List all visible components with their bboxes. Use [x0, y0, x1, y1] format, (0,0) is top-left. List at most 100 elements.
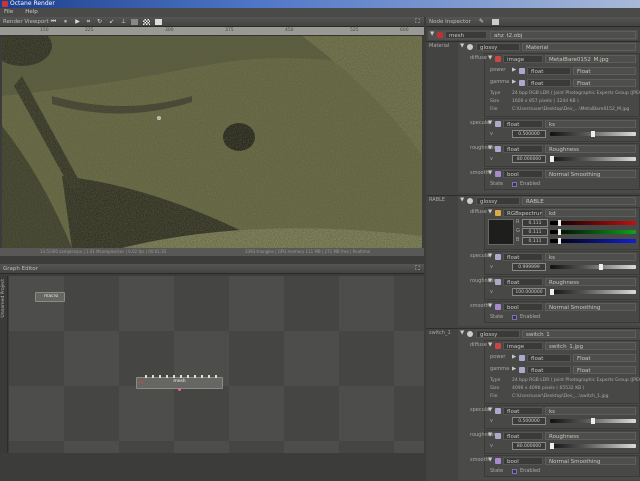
value-field[interactable]: 0.999999 [512, 263, 546, 271]
value-slider[interactable] [550, 264, 636, 270]
param-name-field[interactable]: Normal Smoothing [545, 303, 636, 311]
collapse-icon[interactable]: ▼ [488, 144, 492, 153]
collapse-icon[interactable]: ▼ [460, 196, 464, 205]
slider-handle[interactable] [591, 418, 595, 424]
pick-focus-icon[interactable]: ↙ [108, 19, 115, 25]
root-name-field[interactable]: ahz_t2.obj [490, 31, 636, 39]
channel-slider[interactable] [550, 229, 636, 235]
value-slider[interactable] [550, 418, 636, 424]
param-type-dropdown[interactable]: image [503, 342, 543, 350]
channel-slider[interactable] [550, 238, 636, 244]
reset-icon[interactable]: ⏮ [50, 19, 57, 25]
channel-value[interactable]: 0.111 [522, 219, 548, 227]
node-mesh[interactable]: fx mesh [136, 375, 223, 391]
collapse-icon[interactable]: ▼ [488, 456, 492, 465]
slider-handle[interactable] [599, 264, 604, 270]
slider-handle[interactable] [550, 443, 554, 449]
node-icon[interactable] [492, 19, 499, 25]
param-type-dropdown[interactable]: float [503, 432, 543, 440]
value-slider[interactable] [550, 156, 636, 162]
param-name-field[interactable]: MetalBare0152_M.jpg [545, 55, 636, 63]
param-name-field[interactable]: switch_1.jpg [545, 342, 636, 350]
maximize-icon[interactable]: ⛶ [414, 266, 421, 272]
param-name-field[interactable]: ks [545, 253, 636, 261]
sub-name-field[interactable]: Float [573, 79, 636, 87]
pin-icon[interactable]: ✎ [478, 19, 485, 25]
material-type-dropdown[interactable]: glossy [476, 330, 520, 338]
save-image-icon[interactable] [155, 19, 162, 25]
value-field[interactable]: 80.000000 [512, 155, 546, 163]
expand-icon[interactable]: ▶ [512, 353, 516, 362]
param-name-field[interactable]: Normal Smoothing [545, 457, 636, 465]
slider-handle[interactable] [558, 229, 561, 235]
project-side-tab[interactable]: Unnamed Project [0, 276, 8, 453]
material-name-field[interactable]: Material [522, 43, 636, 51]
expand-icon[interactable]: ▶ [512, 66, 516, 75]
channel-slider[interactable] [550, 220, 636, 226]
value-slider[interactable] [550, 289, 636, 295]
play-icon[interactable]: ▶ [74, 19, 81, 25]
refresh-icon[interactable]: ↻ [96, 19, 103, 25]
render-viewport[interactable] [2, 36, 422, 248]
slider-handle[interactable] [550, 156, 554, 162]
sub-name-field[interactable]: Float [573, 67, 636, 75]
collapse-icon[interactable]: ▼ [488, 119, 492, 128]
value-field[interactable]: 80.000000 [512, 442, 546, 450]
node-macro[interactable]: macro [35, 292, 65, 302]
value-field[interactable]: 0.500000 [512, 417, 546, 425]
value-slider[interactable] [550, 443, 636, 449]
lock-icon[interactable]: ⌗ [85, 19, 92, 25]
material-name-field[interactable]: RABLE [522, 197, 636, 205]
slider-handle[interactable] [550, 289, 554, 295]
collapse-icon[interactable]: ▼ [488, 54, 492, 63]
param-type-dropdown[interactable]: image [503, 55, 543, 63]
collapse-icon[interactable]: ▼ [488, 277, 492, 286]
param-type-dropdown[interactable]: bool [503, 170, 543, 178]
menu-file[interactable]: File [4, 9, 13, 15]
param-type-dropdown[interactable]: bool [503, 303, 543, 311]
collapse-icon[interactable]: ▼ [488, 169, 492, 178]
collapse-icon[interactable]: ▼ [488, 302, 492, 311]
expand-icon[interactable]: ▶ [512, 78, 516, 87]
menu-help[interactable]: Help [25, 9, 38, 15]
maximize-icon[interactable]: ⛶ [414, 19, 421, 25]
material-name-field[interactable]: switch_1 [522, 330, 636, 338]
collapse-icon[interactable]: ▼ [488, 341, 492, 350]
enabled-checkbox[interactable] [512, 182, 517, 187]
param-type-dropdown[interactable]: float [503, 278, 543, 286]
param-name-field[interactable]: ks [545, 120, 636, 128]
param-type-dropdown[interactable]: RGBspectrum [503, 209, 543, 217]
output-pin[interactable] [178, 388, 181, 391]
enabled-checkbox[interactable] [512, 315, 517, 320]
param-name-field[interactable]: Roughness [545, 145, 636, 153]
enabled-checkbox[interactable] [512, 469, 517, 474]
collapse-icon[interactable]: ▼ [460, 42, 464, 51]
slider-handle[interactable] [558, 238, 561, 244]
slider-handle[interactable] [558, 220, 561, 226]
graph-canvas[interactable]: macro fx mesh [9, 276, 424, 453]
input-pins[interactable] [145, 375, 221, 378]
collapse-icon[interactable]: ▼ [488, 208, 492, 217]
root-type-dropdown[interactable]: mesh [445, 31, 487, 39]
expand-icon[interactable]: ▶ [512, 365, 516, 374]
sub-type-dropdown[interactable]: float [527, 79, 571, 87]
param-type-dropdown[interactable]: float [503, 120, 543, 128]
checker-icon[interactable] [143, 19, 150, 25]
collapse-icon[interactable]: ▼ [430, 30, 434, 39]
value-field[interactable]: 0.500000 [512, 130, 546, 138]
pause-icon[interactable]: ⏸ [62, 19, 69, 25]
channel-value[interactable]: 0.111 [522, 228, 548, 236]
value-field[interactable]: 100.000000 [512, 288, 546, 296]
param-name-field[interactable]: Roughness [545, 278, 636, 286]
sub-type-dropdown[interactable]: float [527, 366, 571, 374]
pick-icon[interactable]: ⊥ [120, 19, 127, 25]
param-type-dropdown[interactable]: float [503, 407, 543, 415]
param-type-dropdown[interactable]: float [503, 253, 543, 261]
sub-type-dropdown[interactable]: float [527, 354, 571, 362]
slider-handle[interactable] [591, 131, 595, 137]
sub-name-field[interactable]: Float [573, 366, 636, 374]
value-slider[interactable] [550, 131, 636, 137]
sub-name-field[interactable]: Float [573, 354, 636, 362]
material-type-dropdown[interactable]: glossy [476, 43, 520, 51]
sub-type-dropdown[interactable]: float [527, 67, 571, 75]
